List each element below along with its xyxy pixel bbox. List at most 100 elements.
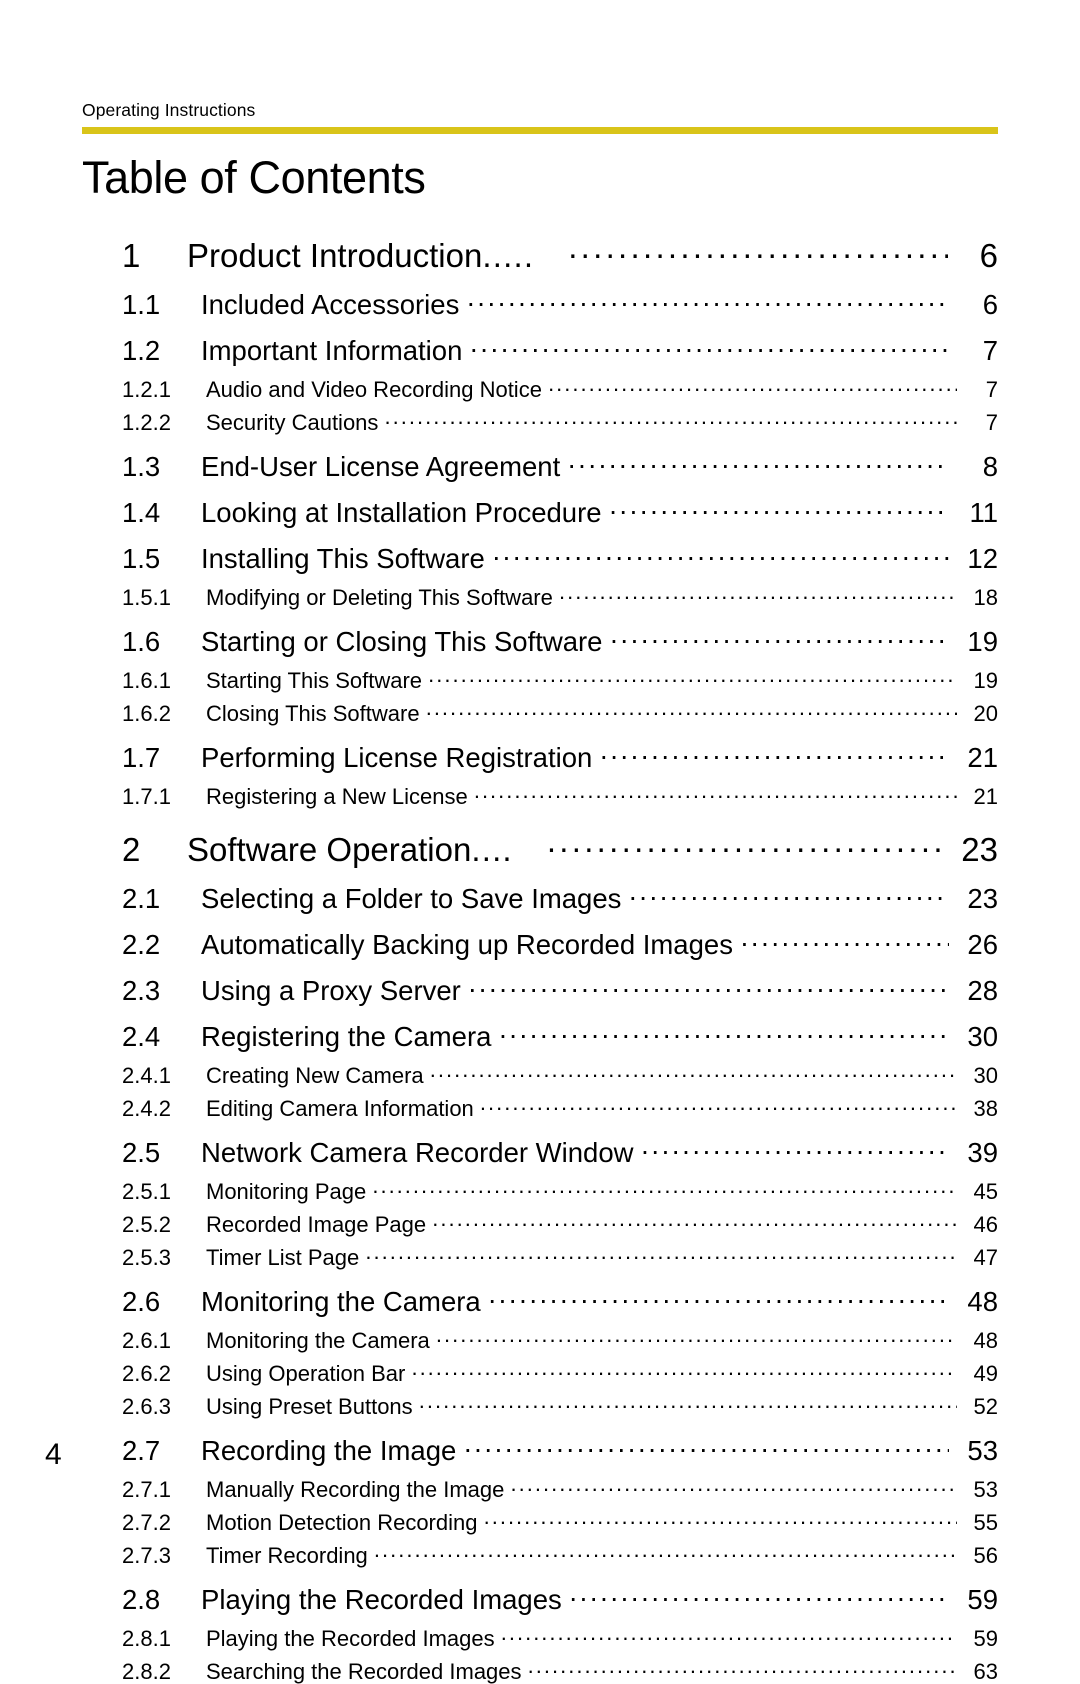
toc-entry-label-text: Recording the Image	[201, 1434, 457, 1466]
toc-entry[interactable]: 1.5 Installing This Software 12	[122, 540, 998, 572]
toc-entry-label-text: Modifying or Deleting This Software	[206, 585, 553, 611]
toc-entry-page-number: 38	[973, 1096, 998, 1122]
toc-entry-number: 2.7.1	[122, 1477, 171, 1503]
toc-entry[interactable]: 1 Product Introduction..... 6	[122, 234, 998, 272]
toc-entry-page-number: 30	[967, 1020, 998, 1052]
toc-entry-label-text: Timer Recording	[206, 1543, 368, 1569]
toc-entry[interactable]: 2.8.2 Searching the Recorded Images 63	[122, 1657, 998, 1683]
toc-dot-leader	[426, 699, 957, 721]
header-rule	[82, 127, 998, 135]
toc-entry-label: Software Operation....	[187, 833, 547, 866]
toc-entry[interactable]: 2.8 Playing the Recorded Images 59	[122, 1581, 998, 1613]
toc-entry[interactable]: 2.4 Registering the Camera 30	[122, 1018, 998, 1050]
toc-entry-page-number: 53	[967, 1434, 998, 1466]
folio-page-number: 4	[45, 1438, 62, 1471]
toc-entry[interactable]: 1.2.1 Audio and Video Recording Notice 7	[122, 375, 998, 401]
toc-dot-leader	[428, 666, 957, 688]
toc-entry-number: 1.5.1	[122, 585, 171, 611]
toc-entry[interactable]: 2.5.1 Monitoring Page 45	[122, 1177, 998, 1203]
toc-entry[interactable]: 2.2 Automatically Backing up Recorded Ima…	[122, 926, 998, 958]
toc-entry[interactable]: 1.6.2 Closing This Software 20	[122, 699, 998, 725]
toc-entry-label-text: Editing Camera Information	[206, 1096, 474, 1122]
toc-dot-leader	[499, 1018, 949, 1046]
toc-entry[interactable]: 2.7 Recording the Image 53	[122, 1432, 998, 1464]
toc-entry[interactable]: 1.3 End-User License Agreement 8	[122, 448, 998, 480]
toc-entry-number: 2.6	[122, 1285, 161, 1317]
toc-entry[interactable]: 1.6.1 Starting This Software 19	[122, 666, 998, 692]
toc-dot-leader	[548, 375, 957, 397]
toc-entry-label: Looking at Installation Procedure	[201, 498, 609, 527]
toc-entry-page-number: 18	[973, 585, 998, 611]
toc-entry[interactable]: 1.2 Important Information 7	[122, 332, 998, 364]
toc-entry[interactable]: 2.5.3 Timer List Page 47	[122, 1243, 998, 1269]
toc-entry-label-text: Starting or Closing This Software	[201, 625, 603, 657]
toc-entry-label-text: Monitoring the Camera	[201, 1285, 481, 1317]
toc-entry-label-text: Network Camera Recorder Window	[201, 1136, 634, 1168]
toc-entry-page-number: 52	[973, 1394, 998, 1420]
toc-entry-label: Timer List Page	[206, 1247, 365, 1269]
toc-entry-number: 1.6.1	[122, 668, 171, 694]
toc-entry[interactable]: 2.4.1 Creating New Camera 30	[122, 1061, 998, 1087]
toc-entry[interactable]: 2.7.2 Motion Detection Recording 55	[122, 1508, 998, 1534]
toc-entry-label: Monitoring Page	[206, 1181, 372, 1203]
toc-entry-label-text: Closing This Software	[206, 701, 420, 727]
table-of-contents: 1 Product Introduction..... 6 1.1 Included A…	[82, 234, 998, 1683]
toc-dot-leader	[468, 972, 949, 1000]
toc-dot-leader	[501, 1624, 957, 1646]
toc-entry[interactable]: 1.6 Starting or Closing This Software 19	[122, 623, 998, 655]
toc-entry-number: 2.7.2	[122, 1510, 171, 1536]
toc-entry-label-text: Selecting a Folder to Save Images	[201, 882, 622, 914]
toc-entry[interactable]: 2.5 Network Camera Recorder Window 39	[122, 1134, 998, 1166]
toc-entry[interactable]: 2.7.3 Timer Recording 56	[122, 1541, 998, 1567]
toc-entry[interactable]: 2.7.1 Manually Recording the Image 53	[122, 1475, 998, 1501]
toc-entry[interactable]: 2.6 Monitoring the Camera 48	[122, 1283, 998, 1315]
toc-entry-label-text: Monitoring Page	[206, 1179, 367, 1205]
toc-entry-page-number: 7	[985, 410, 998, 436]
toc-entry-page-number: 53	[973, 1477, 998, 1503]
toc-dot-leader	[568, 448, 949, 476]
toc-entry[interactable]: 1.4 Looking at Installation Procedure 11	[122, 494, 998, 526]
toc-dot-leader	[411, 1359, 957, 1381]
toc-dot-leader	[641, 1134, 949, 1162]
toc-entry-label: Searching the Recorded Images	[206, 1661, 528, 1683]
toc-entry-number: 2.5.2	[122, 1212, 171, 1238]
toc-entry-page-number: 21	[967, 741, 998, 773]
toc-entry-page-number: 56	[973, 1543, 998, 1569]
toc-entry[interactable]: 2.6.2 Using Operation Bar 49	[122, 1359, 998, 1385]
toc-entry[interactable]: 2.1 Selecting a Folder to Save Images 23	[122, 880, 998, 912]
toc-dot-leader	[492, 540, 949, 568]
toc-entry[interactable]: 2.6.3 Using Preset Buttons 52	[122, 1392, 998, 1418]
toc-entry-number: 2.4.1	[122, 1063, 171, 1089]
toc-entry-label-text: Registering a New License	[206, 784, 468, 810]
toc-entry[interactable]: 2.4.2 Editing Camera Information 38	[122, 1094, 998, 1120]
toc-entry[interactable]: 1.7 Performing License Registration 21	[122, 739, 998, 771]
toc-dot-leader	[559, 583, 957, 605]
toc-entry[interactable]: 1.5.1 Modifying or Deleting This Software…	[122, 583, 998, 609]
toc-dot-leader	[419, 1392, 957, 1414]
toc-entry[interactable]: 2.8.1 Playing the Recorded Images 59	[122, 1624, 998, 1650]
toc-entry-label-text: End-User License Agreement	[201, 450, 561, 482]
toc-dot-leader	[480, 1094, 957, 1116]
toc-entry-label: Modifying or Deleting This Software	[206, 587, 559, 609]
toc-entry[interactable]: 2.6.1 Monitoring the Camera 48	[122, 1326, 998, 1352]
toc-entry-page-number: 49	[973, 1361, 998, 1387]
toc-entry-number: 1.2.2	[122, 410, 171, 436]
toc-dot-leader	[511, 1475, 957, 1497]
toc-entry-label-text: Installing This Software	[201, 542, 485, 574]
toc-entry[interactable]: 1.1 Included Accessories 6	[122, 286, 998, 318]
toc-entry[interactable]: 2.5.2 Recorded Image Page 46	[122, 1210, 998, 1236]
toc-entry-label-text: Starting This Software	[206, 668, 423, 694]
toc-entry-label: Starting or Closing This Software	[201, 625, 610, 657]
toc-entry[interactable]: 2.3 Using a Proxy Server 28	[122, 972, 998, 1004]
toc-dot-leader	[464, 1432, 949, 1460]
toc-entry[interactable]: 2 Software Operation.... 23	[122, 828, 998, 866]
toc-entry-label: Recording the Image	[201, 1434, 464, 1466]
toc-entry-page-number: 8	[982, 450, 998, 482]
toc-entry-label: Selecting a Folder to Save Images	[201, 882, 629, 914]
toc-entry-page-number: 39	[967, 1136, 998, 1168]
toc-entry-label: Monitoring the Camera	[201, 1285, 488, 1317]
toc-entry[interactable]: 1.7.1 Registering a New License 21	[122, 782, 998, 808]
toc-entry-label: Audio and Video Recording Notice	[206, 379, 548, 401]
toc-entry-label: Editing Camera Information	[206, 1098, 480, 1120]
toc-entry[interactable]: 1.2.2 Security Cautions 7	[122, 408, 998, 434]
